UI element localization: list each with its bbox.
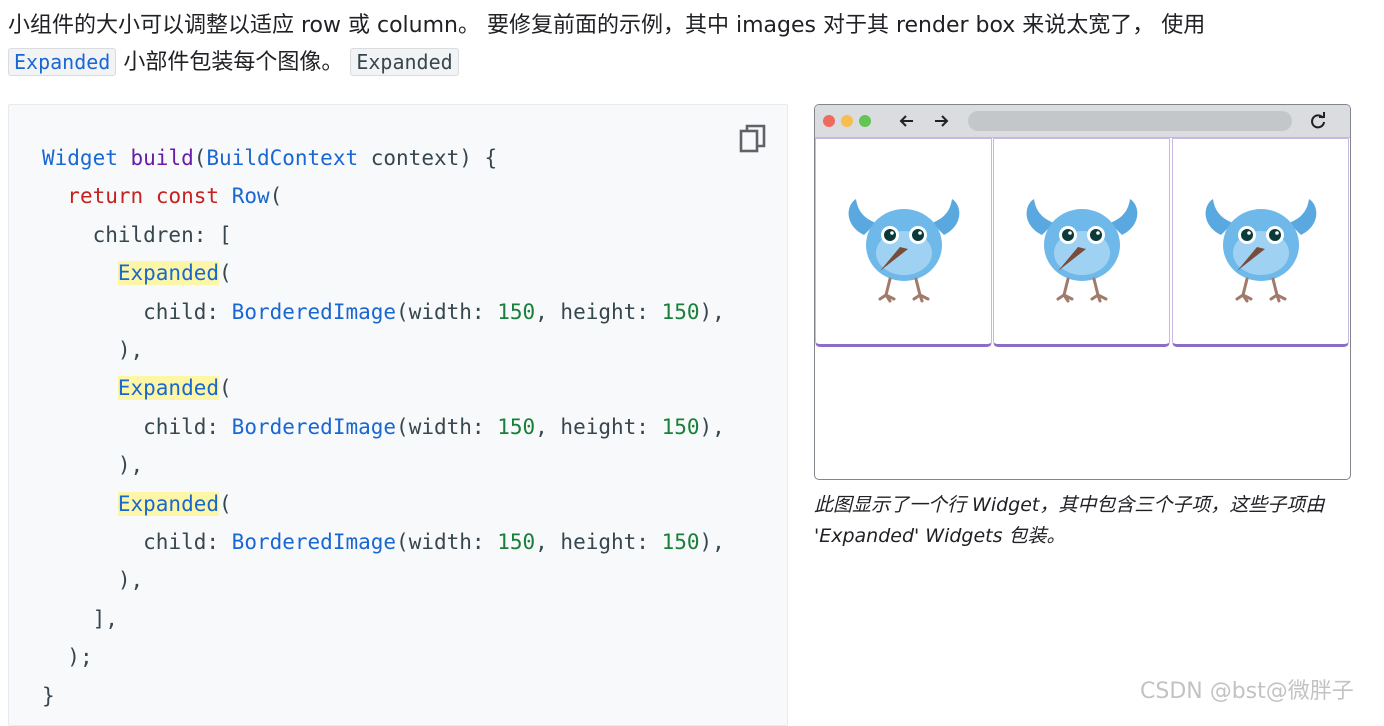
- close-dot-icon: [823, 115, 835, 127]
- expanded-keyword: Expanded: [117, 376, 220, 401]
- expanded-keyword: Expanded: [117, 491, 220, 516]
- code-token: child:: [143, 414, 232, 439]
- code-panel: Widget build(BuildContext context) { ret…: [8, 104, 788, 726]
- arrow-left-icon: [899, 115, 913, 127]
- reload-icon: [1311, 112, 1325, 129]
- code-token: , height:: [535, 299, 662, 324]
- address-bar[interactable]: [968, 111, 1292, 131]
- code-token: ),: [117, 338, 144, 363]
- code-token: }: [42, 683, 55, 708]
- reload-button[interactable]: [1308, 111, 1328, 131]
- code-number: 150: [661, 414, 700, 439]
- bird-image: [1026, 199, 1138, 303]
- expanded-api-link[interactable]: Expanded: [8, 48, 117, 76]
- arrow-right-icon: [935, 115, 949, 127]
- expanded-image-tile: [815, 138, 992, 347]
- code-token: ),: [699, 530, 725, 555]
- expanded-keyword: Expanded: [117, 261, 220, 286]
- copy-icon: [739, 124, 766, 153]
- code-token: BuildContext: [206, 146, 359, 170]
- intro-paragraph: 小组件的大小可以调整以适应 row 或 column。 要修复前面的示例，其中 …: [8, 8, 1378, 81]
- code-token: child:: [143, 530, 232, 555]
- code-number: 150: [497, 530, 536, 555]
- code-token: (width:: [396, 299, 498, 324]
- code-token: child:: [143, 299, 232, 324]
- figure-caption: 此图显示了一个行 Widget，其中包含三个子项，这些子项由 'Expanded…: [814, 494, 1325, 547]
- code-token: );: [67, 645, 93, 670]
- code-block: Widget build(BuildContext context) { ret…: [42, 139, 725, 715]
- code-token: (: [193, 146, 207, 170]
- code-token: return: [67, 184, 144, 209]
- copy-button[interactable]: [739, 123, 769, 155]
- code-token: const: [155, 184, 220, 209]
- minimize-dot-icon: [841, 115, 853, 127]
- code-token: ),: [699, 414, 725, 439]
- code-token: , height:: [535, 530, 662, 555]
- back-button[interactable]: [897, 111, 917, 131]
- code-number: 150: [661, 530, 700, 555]
- code-token: ),: [117, 568, 144, 593]
- code-token: children: [: [92, 222, 232, 247]
- code-token: BorderedImage: [231, 299, 397, 324]
- code-number: 150: [661, 299, 700, 324]
- code-token: (: [269, 184, 283, 209]
- browser-preview: [814, 104, 1351, 480]
- forward-button[interactable]: [931, 111, 951, 131]
- browser-titlebar: [815, 105, 1350, 138]
- maximize-dot-icon: [859, 115, 871, 127]
- code-token: Row: [231, 184, 270, 209]
- code-token: (width:: [396, 414, 498, 439]
- code-token: (width:: [396, 530, 498, 555]
- expanded-inline-code: Expanded: [350, 48, 459, 76]
- bird-image: [848, 199, 960, 303]
- intro-text-middle: 小部件包装每个图像。: [123, 50, 344, 75]
- code-token: context) {: [358, 146, 498, 170]
- code-token: ),: [699, 299, 725, 324]
- code-token: (: [219, 261, 232, 286]
- expanded-image-tile: [1172, 138, 1349, 347]
- intro-text-before: 小组件的大小可以调整以适应 row 或 column。 要修复前面的示例，其中 …: [8, 13, 1206, 38]
- code-number: 150: [497, 299, 536, 324]
- code-number: 150: [497, 414, 536, 439]
- code-token: Widget: [42, 146, 118, 170]
- code-token: , height:: [535, 414, 662, 439]
- code-token: ],: [92, 606, 118, 631]
- code-token: BorderedImage: [231, 530, 397, 555]
- code-token: BorderedImage: [231, 414, 397, 439]
- code-token: build: [130, 146, 194, 170]
- code-token: ),: [117, 453, 144, 478]
- watermark: CSDN @bst@微胖子: [1140, 679, 1354, 704]
- expanded-image-tile: [993, 138, 1170, 347]
- code-token: (: [219, 376, 232, 401]
- code-token: (: [219, 491, 232, 516]
- bird-image: [1205, 199, 1317, 303]
